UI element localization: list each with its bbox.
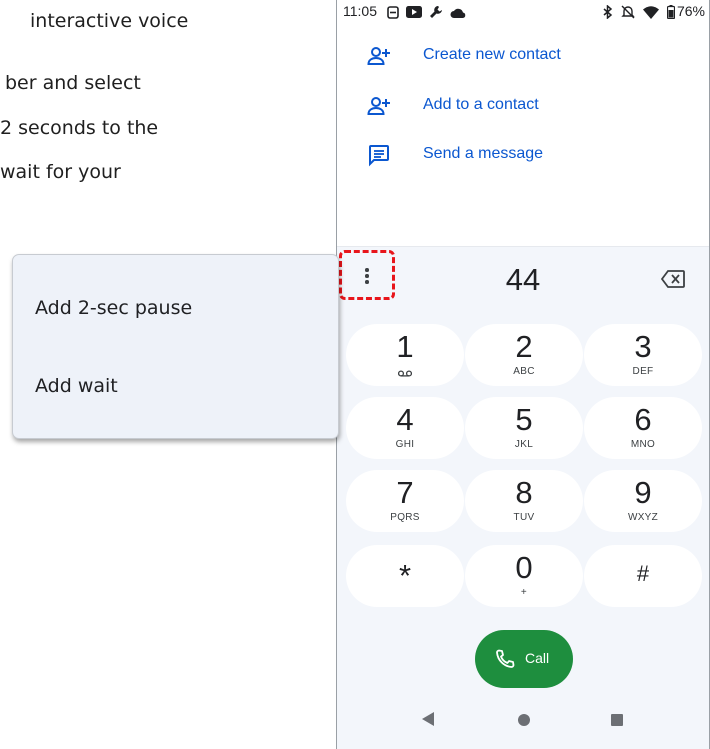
dial-key-letters: WXYZ xyxy=(627,512,659,523)
send-message-row[interactable]: Send a message xyxy=(337,135,709,175)
dial-key-2[interactable]: 2 ABC xyxy=(465,324,583,386)
dial-key-digit: # xyxy=(636,561,650,586)
create-new-contact-label: Create new contact xyxy=(423,46,561,63)
dial-key-8[interactable]: 8 TUV xyxy=(465,470,583,532)
status-bar: 11:05 76% xyxy=(337,0,709,24)
recents-icon[interactable] xyxy=(611,714,623,726)
dial-key-digit: 9 xyxy=(634,475,652,510)
add-to-contact-label: Add to a contact xyxy=(423,96,539,113)
dial-key-digit: 2 xyxy=(515,329,533,364)
notification-icon xyxy=(387,5,399,19)
dial-key-star[interactable]: * xyxy=(346,545,464,607)
battery-icon xyxy=(667,5,675,19)
call-button[interactable]: Call xyxy=(475,630,573,688)
add-to-contact-row[interactable]: Add to a contact xyxy=(337,86,709,126)
send-message-label: Send a message xyxy=(423,145,544,162)
person-add-icon xyxy=(367,47,390,65)
create-new-contact-row[interactable]: Create new contact xyxy=(337,36,709,76)
dial-key-digit: 8 xyxy=(515,475,533,510)
dial-key-letters: GHI xyxy=(395,439,415,450)
dial-key-letters: MNO xyxy=(630,439,656,450)
youtube-icon xyxy=(406,6,422,18)
dial-key-letters: TUV xyxy=(513,512,535,523)
wifi-icon xyxy=(643,5,659,19)
status-right-icons xyxy=(603,4,675,20)
background-text-line-2: ber and select xyxy=(5,72,141,94)
dial-key-1[interactable]: 1 xyxy=(346,324,464,386)
navigation-bar xyxy=(337,700,709,740)
bluetooth-icon xyxy=(603,5,613,19)
voicemail-icon xyxy=(398,370,412,377)
dial-key-digit: 7 xyxy=(396,475,414,510)
dial-key-digit: 1 xyxy=(396,329,414,364)
backspace-icon[interactable] xyxy=(661,270,685,288)
dial-key-letters: PQRS xyxy=(390,512,420,523)
dial-key-digit: * xyxy=(398,558,412,593)
dial-key-5[interactable]: 5 JKL xyxy=(465,397,583,459)
background-text-line-3: 2 seconds to the xyxy=(0,117,159,139)
background-text-line-1: interactive voice xyxy=(30,10,189,32)
dial-key-4[interactable]: 4 GHI xyxy=(346,397,464,459)
digit-entry-bar: 44 xyxy=(337,248,709,314)
dial-key-pound[interactable]: # xyxy=(584,545,702,607)
message-icon xyxy=(369,145,389,167)
dial-key-digit: 5 xyxy=(515,402,533,437)
dial-key-0[interactable]: 0 + xyxy=(465,545,583,607)
home-icon[interactable] xyxy=(518,714,530,726)
contact-actions-sheet: Create new contact Add to a contact Send… xyxy=(337,24,709,247)
cloud-icon xyxy=(450,8,466,18)
mute-icon xyxy=(621,5,635,19)
menu-item-add-wait[interactable]: Add wait xyxy=(35,375,118,397)
dial-key-6[interactable]: 6 MNO xyxy=(584,397,702,459)
dial-key-letters: ABC xyxy=(513,366,535,377)
dial-key-7[interactable]: 7 PQRS xyxy=(346,470,464,532)
phone-icon xyxy=(496,649,515,668)
battery-percent: 76% xyxy=(676,3,705,19)
dial-key-9[interactable]: 9 WXYZ xyxy=(584,470,702,532)
dial-key-letters: DEF xyxy=(632,366,654,377)
background-text-line-4: wait for your xyxy=(0,161,121,183)
dial-key-letters: + xyxy=(520,587,528,598)
phone-screen: 11:05 76% Create new contact Add to a co… xyxy=(336,0,710,749)
dial-key-digit: 0 xyxy=(515,550,533,585)
dial-key-digit: 3 xyxy=(634,329,652,364)
person-add-icon xyxy=(367,97,390,115)
dial-key-digit: 4 xyxy=(396,402,414,437)
status-left-icons xyxy=(387,4,466,20)
more-options-menu: Add 2-sec pause Add wait xyxy=(12,254,339,439)
wrench-icon xyxy=(430,6,442,18)
dial-key-digit: 6 xyxy=(634,402,652,437)
entered-digits: 44 xyxy=(505,262,541,297)
dial-key-letters: JKL xyxy=(514,439,534,450)
call-label: Call xyxy=(525,650,550,666)
back-icon[interactable] xyxy=(422,712,434,726)
dial-key-3[interactable]: 3 DEF xyxy=(584,324,702,386)
menu-item-add-pause[interactable]: Add 2-sec pause xyxy=(35,297,192,319)
status-time: 11:05 xyxy=(343,3,377,19)
